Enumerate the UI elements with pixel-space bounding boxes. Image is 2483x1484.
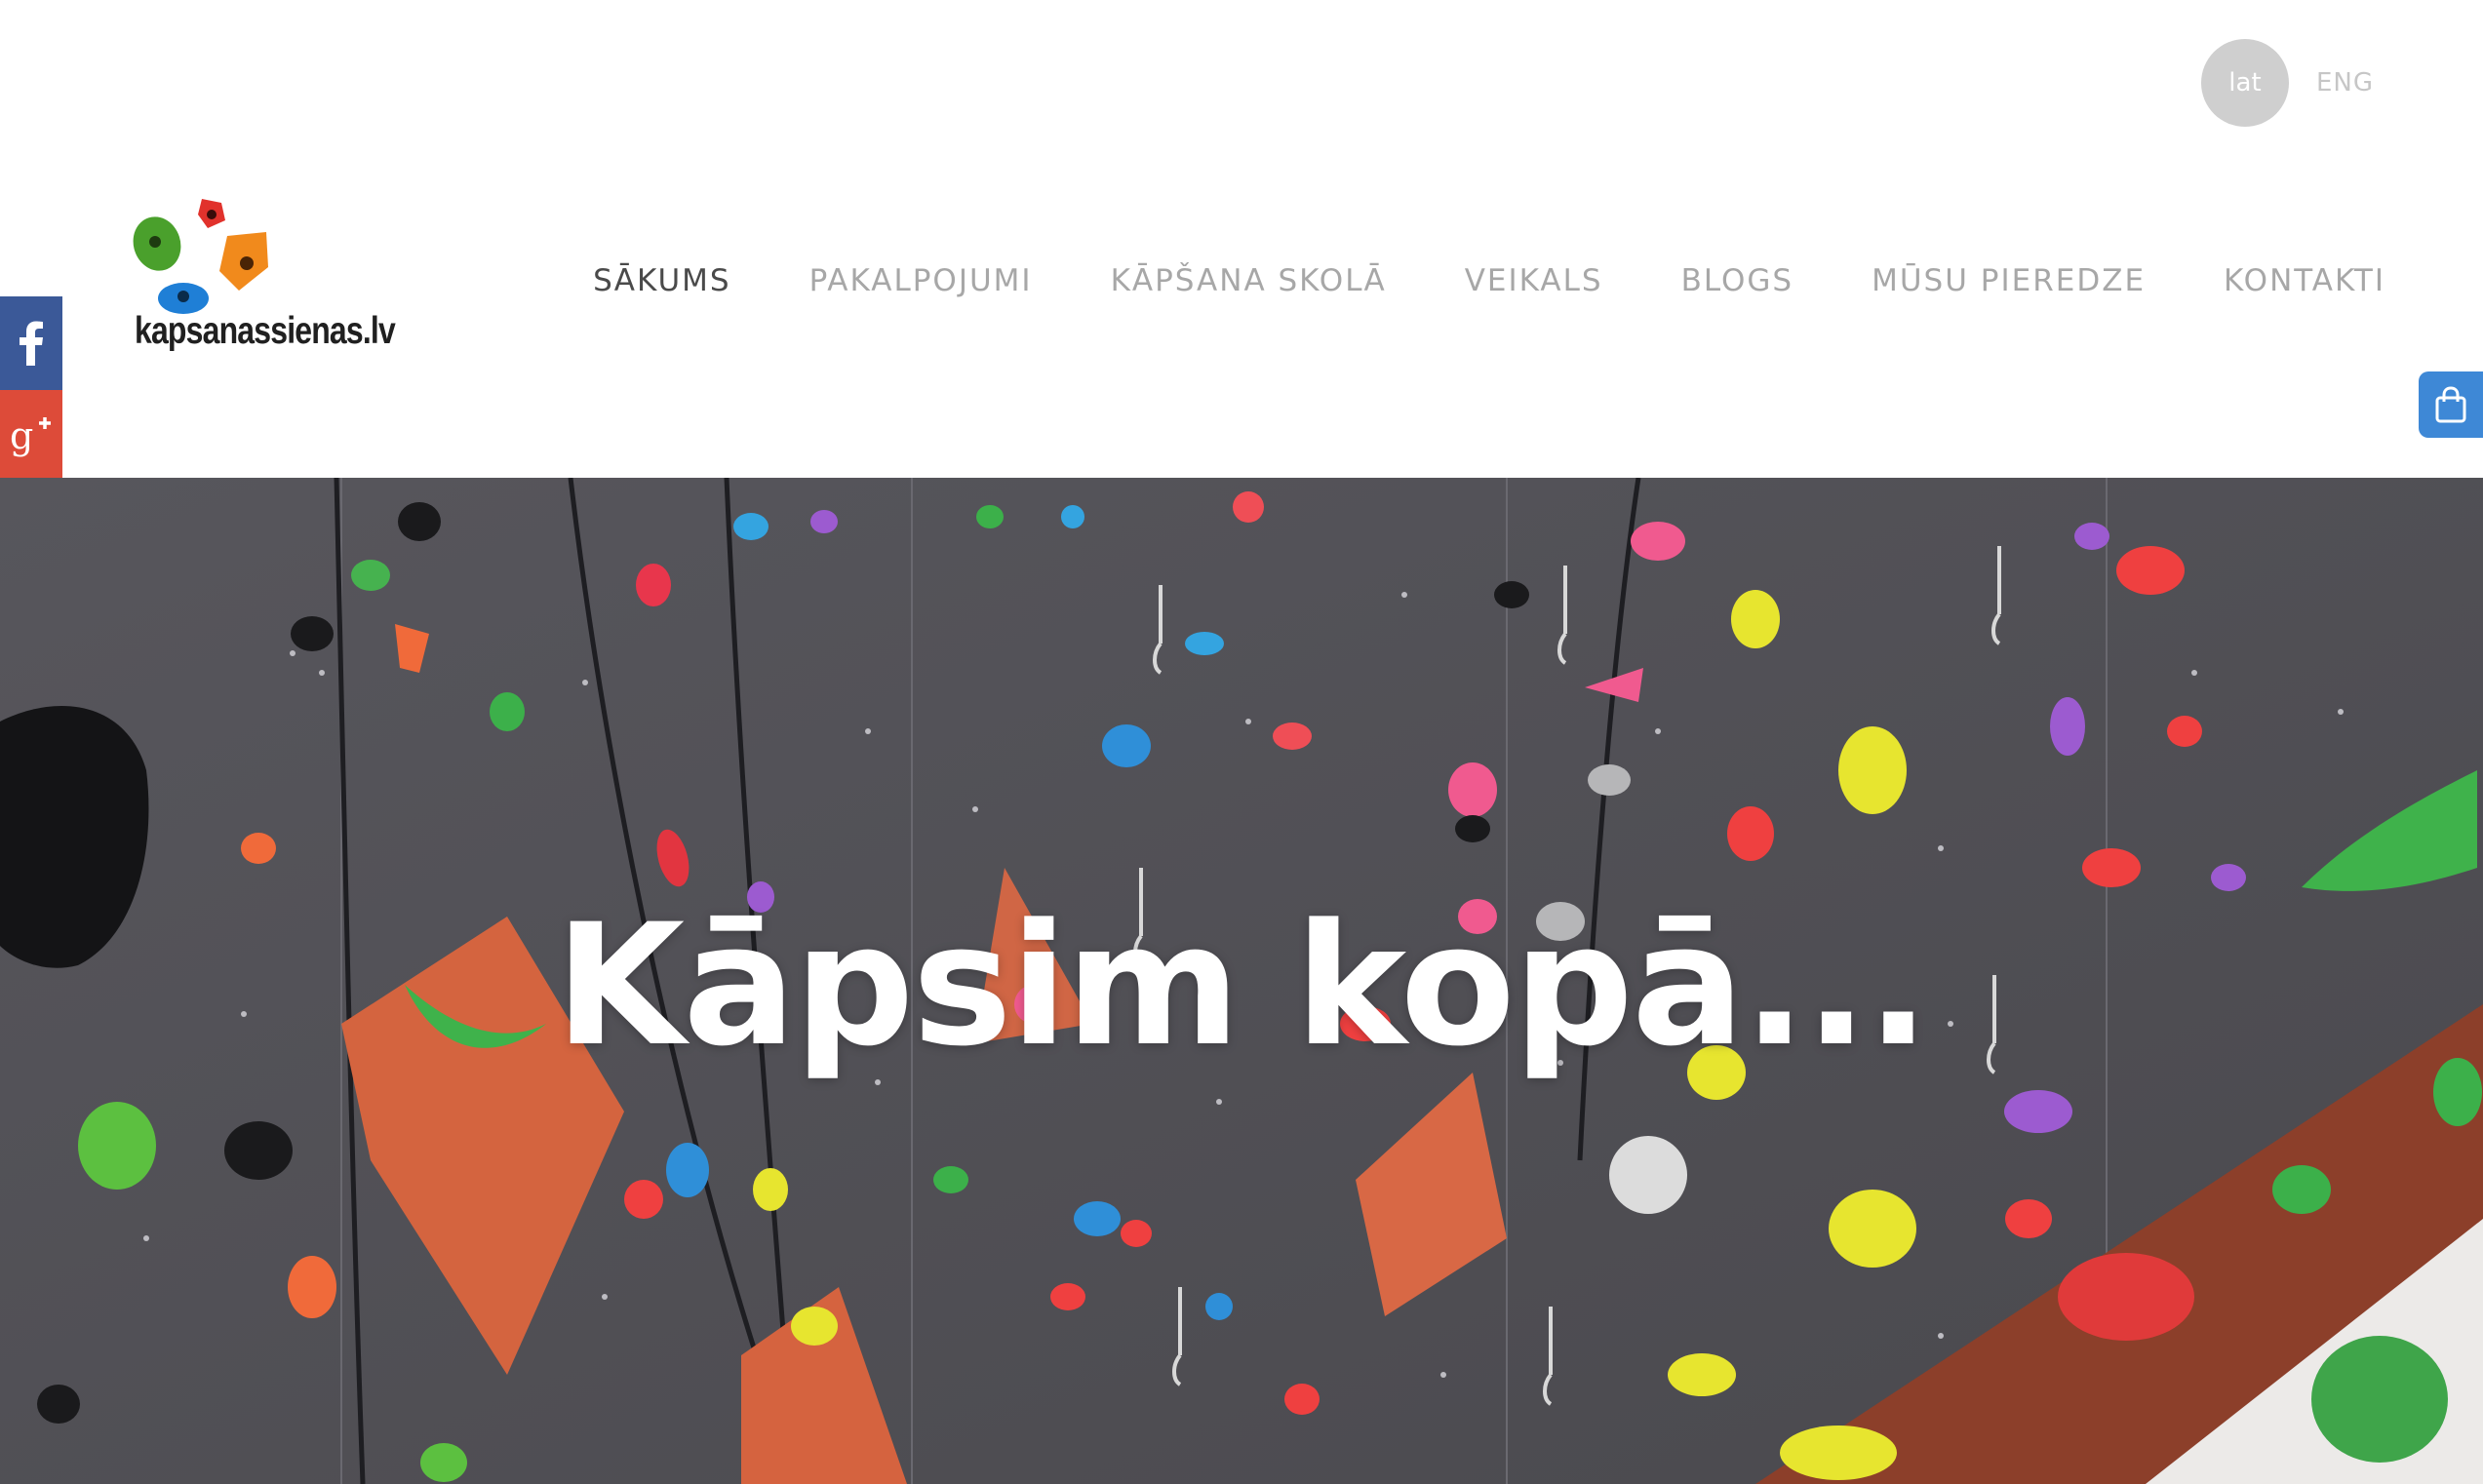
- svg-text:g: g: [10, 415, 33, 457]
- nav-item-veikals[interactable]: VEIKALS: [1465, 263, 1603, 298]
- language-switcher: lat ENG: [2200, 39, 2374, 127]
- main-navigation: SĀKUMS PAKALPOJUMI KĀPŠANA SKOLĀ VEIKALS…: [515, 263, 2385, 298]
- logo-climbing-holds-icon: [133, 199, 268, 314]
- facebook-share-button[interactable]: [0, 296, 62, 390]
- hero-banner: Kāpsim kopā...: [0, 478, 2483, 1484]
- language-eng-link[interactable]: ENG: [2316, 68, 2374, 98]
- hero-title: Kāpsim kopā...: [554, 887, 1930, 1083]
- google-plus-share-button[interactable]: g: [0, 390, 62, 484]
- language-lat-button[interactable]: lat: [2200, 39, 2289, 127]
- nav-item-pakalpojumi[interactable]: PAKALPOJUMI: [809, 263, 1033, 298]
- nav-item-musu-pieredze[interactable]: MŪSU PIEREDZE: [1872, 263, 2146, 298]
- nav-item-blogs[interactable]: BLOGS: [1681, 263, 1794, 298]
- cart-button[interactable]: [2419, 371, 2483, 438]
- site-logo[interactable]: kapsanassienas.lv: [130, 193, 396, 359]
- shopping-bag-icon: [2435, 386, 2466, 423]
- nav-item-sakums[interactable]: SĀKUMS: [593, 263, 731, 298]
- nav-item-kontakti[interactable]: KONTAKTI: [2224, 263, 2385, 298]
- nav-item-kapsana-skola[interactable]: KĀPŠANA SKOLĀ: [1111, 263, 1387, 298]
- google-plus-icon: g: [10, 415, 51, 457]
- facebook-icon: [20, 321, 43, 366]
- logo-text: kapsanassienas.lv: [135, 310, 396, 352]
